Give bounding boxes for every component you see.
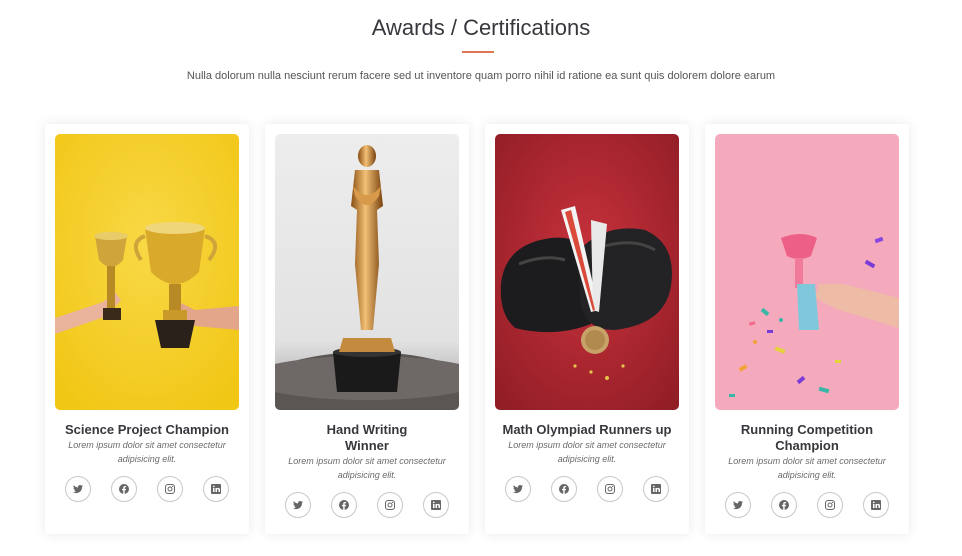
twitter-icon: [73, 485, 83, 494]
social-links: [265, 492, 469, 518]
linkedin-link[interactable]: [863, 492, 889, 518]
instagram-link[interactable]: [597, 476, 623, 502]
linkedin-link[interactable]: [643, 476, 669, 502]
linkedin-icon: [871, 500, 881, 510]
instagram-link[interactable]: [817, 492, 843, 518]
twitter-icon: [513, 485, 523, 494]
award-description: Lorem ipsum dolor sit amet consectetur a…: [728, 456, 886, 480]
facebook-icon: [119, 484, 129, 494]
linkedin-icon: [431, 500, 441, 510]
award-name: Science Project Champion: [65, 422, 229, 437]
award-name: Running Competition Champion: [740, 422, 874, 453]
facebook-icon: [339, 500, 349, 510]
award-name: Math Olympiad Runners up: [502, 422, 672, 437]
award-description: Lorem ipsum dolor sit amet consectetur a…: [68, 440, 226, 464]
linkedin-link[interactable]: [203, 476, 229, 502]
award-photo: [495, 134, 679, 410]
instagram-icon: [825, 500, 835, 510]
facebook-icon: [779, 500, 789, 510]
medal-gloves-image: [495, 134, 679, 410]
twitter-link[interactable]: [505, 476, 531, 502]
twitter-icon: [733, 501, 743, 510]
award-photo: [275, 134, 459, 410]
instagram-icon: [385, 500, 395, 510]
facebook-link[interactable]: [111, 476, 137, 502]
facebook-link[interactable]: [551, 476, 577, 502]
linkedin-icon: [651, 484, 661, 494]
facebook-link[interactable]: [771, 492, 797, 518]
instagram-link[interactable]: [157, 476, 183, 502]
award-card: Hand Writing Winner Lorem ipsum dolor si…: [265, 124, 469, 534]
title-underline: [462, 51, 494, 53]
twitter-link[interactable]: [65, 476, 91, 502]
facebook-link[interactable]: [331, 492, 357, 518]
twitter-link[interactable]: [725, 492, 751, 518]
social-links: [45, 476, 249, 502]
award-card: Science Project Champion Lorem ipsum dol…: [45, 124, 249, 534]
award-photo: [715, 134, 899, 410]
instagram-link[interactable]: [377, 492, 403, 518]
social-links: [705, 492, 909, 518]
award-card: Running Competition Champion Lorem ipsum…: [705, 124, 909, 534]
social-links: [485, 476, 689, 502]
award-description: Lorem ipsum dolor sit amet consectetur a…: [508, 440, 666, 464]
linkedin-link[interactable]: [423, 492, 449, 518]
twitter-link[interactable]: [285, 492, 311, 518]
statuette-image: [275, 134, 459, 410]
award-card: Math Olympiad Runners up Lorem ipsum dol…: [485, 124, 689, 534]
instagram-icon: [605, 484, 615, 494]
confetti-trophy-image: [715, 134, 899, 410]
trophies-image: [55, 134, 239, 410]
twitter-icon: [293, 501, 303, 510]
facebook-icon: [559, 484, 569, 494]
award-description: Lorem ipsum dolor sit amet consectetur a…: [288, 456, 446, 480]
instagram-icon: [165, 484, 175, 494]
linkedin-icon: [211, 484, 221, 494]
section-subtitle: Nulla dolorum nulla nesciunt rerum facer…: [186, 70, 776, 82]
award-photo: [55, 134, 239, 410]
award-name: Hand Writing Winner: [326, 422, 408, 453]
section-title: Awards / Certifications: [371, 15, 591, 40]
